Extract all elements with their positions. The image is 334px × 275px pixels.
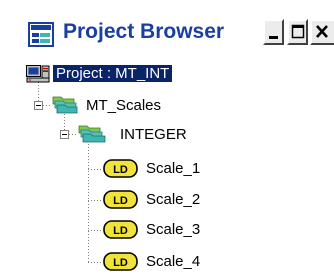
project-tree: Project : MT_INT MT_Scales INTEGER LD Sc… xyxy=(0,60,334,271)
tree-node-label: Scale_4 xyxy=(146,253,201,270)
close-button[interactable] xyxy=(310,19,334,45)
tree-node-label: INTEGER xyxy=(120,126,187,143)
ld-icon: LD xyxy=(103,159,138,178)
project-browser-icon xyxy=(28,22,54,47)
title-bar[interactable]: Project Browser xyxy=(0,0,334,60)
tree-node-label: Project : MT_INT xyxy=(53,65,173,82)
ld-icon: LD xyxy=(103,190,138,209)
project-browser-window: Project Browser Project: MT_INT MT_Scal… xyxy=(0,0,334,271)
svg-text:LD: LD xyxy=(113,164,128,176)
folder-stack-icon xyxy=(52,96,78,114)
minimize-icon xyxy=(269,36,278,39)
tree-node-label: Scale_1 xyxy=(146,160,201,177)
tree-node-mt-scales[interactable]: MT_Scales xyxy=(52,95,212,119)
maximize-icon xyxy=(291,24,305,39)
ld-icon: LD xyxy=(103,220,138,239)
maximize-button[interactable] xyxy=(287,19,308,45)
window-title: Project Browser xyxy=(63,20,225,43)
tree-node-label: Scale_2 xyxy=(146,191,201,208)
minimize-button[interactable] xyxy=(263,19,284,45)
svg-text:LD: LD xyxy=(113,225,128,237)
tree-node-scale-4[interactable]: LD Scale_4 xyxy=(103,251,233,275)
svg-text:LD: LD xyxy=(113,257,128,269)
computer-icon xyxy=(26,65,50,83)
tree-node-scale-1[interactable]: LD Scale_1 xyxy=(103,158,233,182)
tree-node-integer[interactable]: INTEGER xyxy=(78,124,218,148)
tree-node-project[interactable]: Project : MT_INT xyxy=(26,64,206,88)
tree-node-label: MT_Scales xyxy=(86,97,162,114)
tree-node-scale-3[interactable]: LD Scale_3 xyxy=(103,219,233,243)
close-icon xyxy=(316,25,328,38)
ld-icon: LD xyxy=(103,252,138,271)
collapse-toggle-mt-scales[interactable] xyxy=(34,101,43,110)
svg-text:LD: LD xyxy=(113,195,128,207)
tree-node-scale-2[interactable]: LD Scale_2 xyxy=(103,189,233,213)
folder-stack-icon xyxy=(78,125,106,143)
collapse-toggle-integer[interactable] xyxy=(60,130,69,139)
tree-node-label: Scale_3 xyxy=(146,221,201,238)
